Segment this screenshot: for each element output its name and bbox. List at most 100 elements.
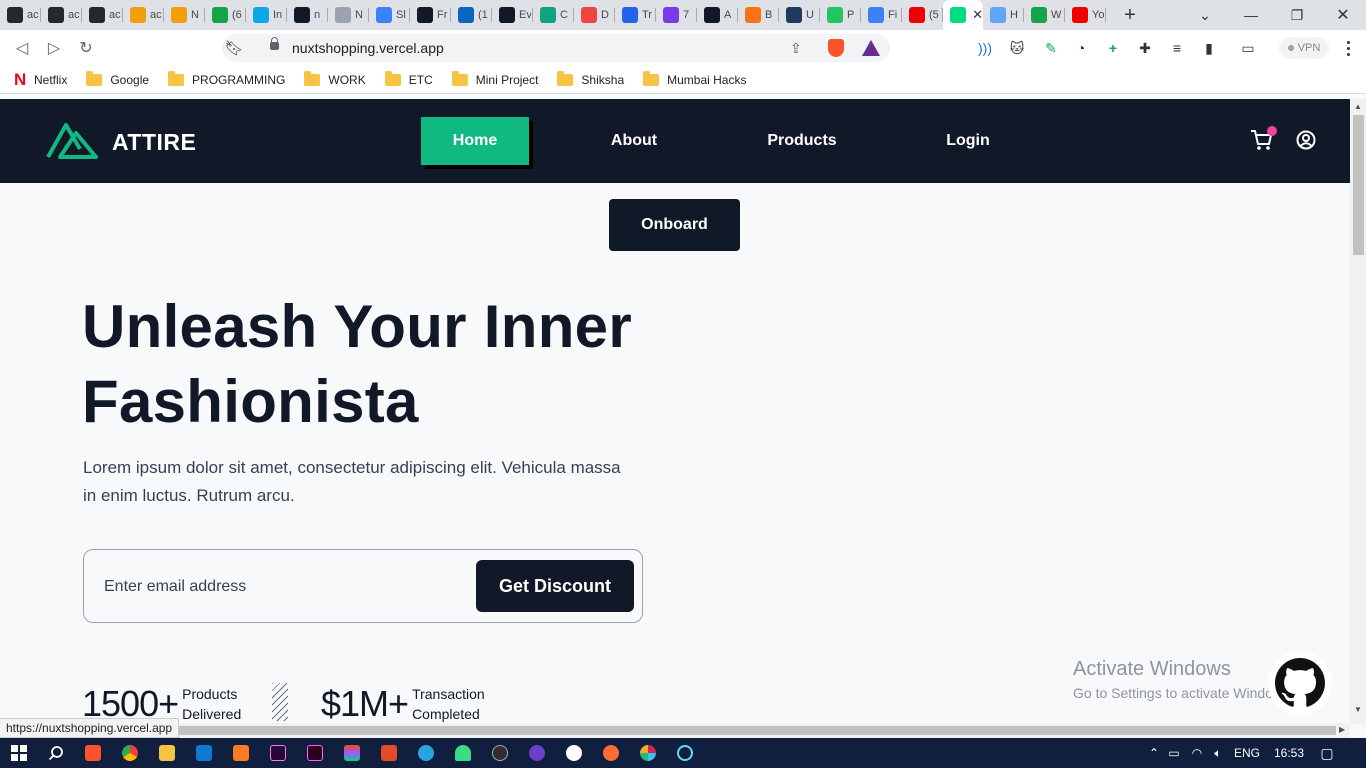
- browser-tab[interactable]: (6: [205, 0, 246, 30]
- bookmark-item[interactable]: WORK: [304, 70, 366, 87]
- browser-tab[interactable]: H: [983, 0, 1024, 30]
- bookmark-icon[interactable]: 🔖︎: [220, 34, 248, 62]
- vertical-scroll-thumb[interactable]: [1353, 115, 1364, 255]
- browser-tab[interactable]: ✕: [943, 0, 983, 30]
- puzzle-icon[interactable]: ✚: [1135, 38, 1155, 58]
- brand-name[interactable]: ATTIRE: [112, 129, 196, 156]
- vpn-button[interactable]: VPN: [1279, 37, 1329, 59]
- nav-login-link[interactable]: Login: [930, 117, 1006, 165]
- browser-tab[interactable]: N: [328, 0, 369, 30]
- android-studio-icon[interactable]: [444, 738, 481, 768]
- nav-products-link[interactable]: Products: [756, 117, 848, 165]
- brave-shields-icon[interactable]: [828, 39, 844, 57]
- browser-tab[interactable]: In: [246, 0, 287, 30]
- close-tab-icon[interactable]: ✕: [972, 7, 983, 23]
- wallet-signal-icon[interactable]: ))): [975, 38, 995, 58]
- close-window-button[interactable]: ✕: [1320, 0, 1366, 30]
- browser-tab[interactable]: Tr: [615, 0, 656, 30]
- browser-tab[interactable]: ac: [123, 0, 164, 30]
- figma-icon[interactable]: [333, 738, 370, 768]
- vscode-icon[interactable]: [185, 738, 222, 768]
- clock[interactable]: 16:53: [1266, 746, 1312, 760]
- react-icon[interactable]: [666, 738, 703, 768]
- browser-tab[interactable]: (5: [902, 0, 943, 30]
- share-icon[interactable]: ⇪: [790, 40, 802, 57]
- notifications-icon[interactable]: ▢: [1312, 745, 1342, 762]
- media-icon[interactable]: ≡: [1167, 38, 1187, 58]
- browser-tab[interactable]: C: [533, 0, 574, 30]
- browser-tab[interactable]: 7: [656, 0, 697, 30]
- sidebar-icon[interactable]: ▮: [1199, 38, 1219, 58]
- app-v-icon[interactable]: [370, 738, 407, 768]
- account-icon[interactable]: [1296, 130, 1316, 150]
- volume-icon[interactable]: 🔈︎: [1208, 746, 1228, 761]
- lock-icon[interactable]: [270, 37, 279, 50]
- browser-tab[interactable]: B: [738, 0, 779, 30]
- brave-taskbar-icon[interactable]: [74, 738, 111, 768]
- chrome-taskbar-icon[interactable]: [111, 738, 148, 768]
- vertical-scrollbar[interactable]: ▲ ▼: [1350, 99, 1366, 724]
- horizontal-scroll-thumb[interactable]: [14, 726, 1336, 735]
- browser-tab[interactable]: D: [574, 0, 615, 30]
- search-icon[interactable]: [37, 738, 74, 768]
- xampp-icon[interactable]: [222, 738, 259, 768]
- github-corner-button[interactable]: [1268, 651, 1332, 715]
- slack-icon[interactable]: [629, 738, 666, 768]
- browser-tab[interactable]: Sl: [369, 0, 410, 30]
- wallet-icon[interactable]: ▭: [1238, 38, 1258, 58]
- browser-tab[interactable]: Ev: [492, 0, 533, 30]
- browser-tab[interactable]: N: [164, 0, 205, 30]
- horizontal-scrollbar[interactable]: ▶: [0, 723, 1350, 738]
- browser-tab[interactable]: (1: [451, 0, 492, 30]
- forward-icon[interactable]: ▷: [38, 32, 70, 64]
- browser-tab[interactable]: Fr: [410, 0, 451, 30]
- bookmark-item[interactable]: Shiksha: [557, 70, 624, 87]
- telegram-icon[interactable]: [407, 738, 444, 768]
- language-indicator[interactable]: ENG: [1228, 746, 1266, 760]
- onboard-button[interactable]: Onboard: [609, 199, 740, 251]
- bookmark-item[interactable]: Mini Project: [451, 70, 538, 87]
- reload-icon[interactable]: ↻: [70, 32, 102, 64]
- github-desktop-icon[interactable]: [518, 738, 555, 768]
- extension-icon[interactable]: 🐱︎: [1007, 38, 1027, 58]
- address-bar[interactable]: 🔖︎ nuxtshopping.vercel.app ⇪: [222, 34, 890, 62]
- bookmark-item[interactable]: ETC: [384, 70, 433, 87]
- nav-home-link[interactable]: Home: [421, 117, 529, 165]
- browser-tab[interactable]: ac: [41, 0, 82, 30]
- bookmark-item[interactable]: Google: [86, 70, 149, 87]
- battery-icon[interactable]: ▭: [1162, 746, 1186, 760]
- file-explorer-icon[interactable]: [148, 738, 185, 768]
- minimize-button[interactable]: —: [1228, 0, 1274, 30]
- bookmark-item[interactable]: Mumbai Hacks: [643, 70, 746, 87]
- mongodb-icon[interactable]: [555, 738, 592, 768]
- get-discount-button[interactable]: Get Discount: [476, 560, 634, 612]
- browser-tab[interactable]: W: [1024, 0, 1065, 30]
- speed-icon[interactable]: ◔: [1071, 38, 1091, 58]
- bookmark-item[interactable]: N Netflix: [14, 71, 67, 88]
- browser-tab[interactable]: Fi: [861, 0, 902, 30]
- dropper-icon[interactable]: ✎: [1041, 38, 1061, 58]
- browser-tab[interactable]: ac: [0, 0, 41, 30]
- back-icon[interactable]: ◁: [6, 32, 38, 64]
- restore-button[interactable]: ❐: [1274, 0, 1320, 30]
- browser-tab[interactable]: ac: [82, 0, 123, 30]
- browser-tab[interactable]: A: [697, 0, 738, 30]
- url-text[interactable]: nuxtshopping.vercel.app: [292, 40, 444, 56]
- browser-tab[interactable]: P: [820, 0, 861, 30]
- attire-logo-icon[interactable]: [46, 121, 98, 159]
- nav-about-link[interactable]: About: [590, 117, 678, 165]
- chevron-up-icon[interactable]: ⌃: [1146, 746, 1162, 760]
- obs-icon[interactable]: [481, 738, 518, 768]
- browser-tab[interactable]: n: [287, 0, 328, 30]
- menu-icon[interactable]: [1338, 38, 1358, 58]
- postman-icon[interactable]: [592, 738, 629, 768]
- adobe-xd-icon[interactable]: [296, 738, 333, 768]
- wifi-icon[interactable]: ◠: [1186, 746, 1208, 760]
- brave-rewards-icon[interactable]: [862, 40, 880, 56]
- premiere-icon[interactable]: [259, 738, 296, 768]
- browser-tab[interactable]: Yo: [1065, 0, 1106, 30]
- bookmark-item[interactable]: PROGRAMMING: [168, 70, 285, 87]
- new-tab-button[interactable]: +: [1118, 3, 1142, 27]
- windows-start-icon[interactable]: [0, 738, 37, 768]
- tab-search-icon[interactable]: ⌄: [1182, 0, 1228, 30]
